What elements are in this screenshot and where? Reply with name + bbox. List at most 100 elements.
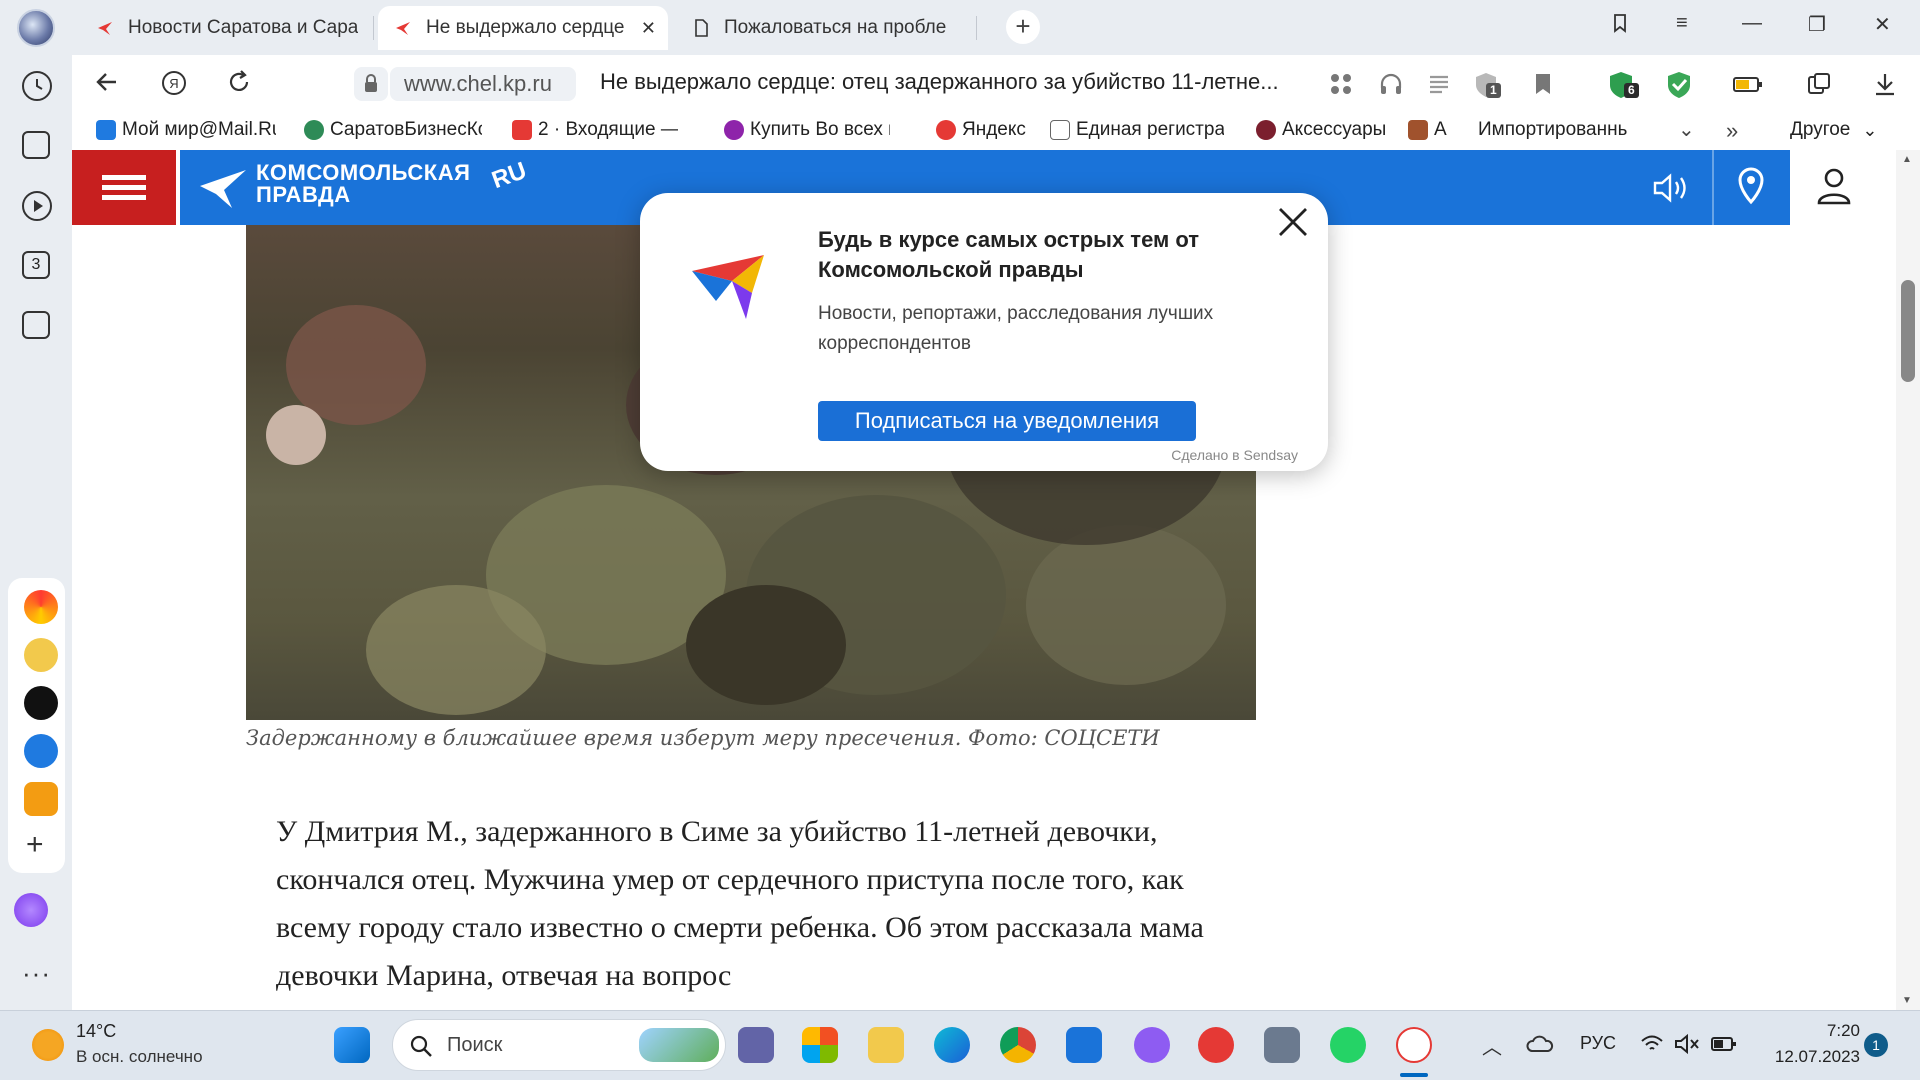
wifi-icon[interactable] [1640, 1033, 1664, 1055]
music-icon[interactable] [24, 590, 58, 624]
close-popup-icon[interactable] [1276, 203, 1310, 247]
teams-meet-icon[interactable] [738, 1027, 774, 1063]
tab-complaint[interactable]: Пожаловаться на пробле [676, 6, 976, 50]
bookmark-item[interactable]: Аксессуары [1256, 119, 1386, 141]
alice-assistant-icon[interactable] [14, 893, 48, 927]
speaker-icon[interactable] [1652, 172, 1692, 204]
volume-muted-icon[interactable] [1674, 1033, 1700, 1055]
calculator-icon[interactable] [1264, 1027, 1300, 1063]
alice-app-icon[interactable] [1134, 1027, 1170, 1063]
bookmark-icon[interactable] [1530, 71, 1556, 97]
url-field[interactable]: www.chel.kp.ru [390, 67, 576, 101]
weather-description[interactable]: В осн. солнечно [76, 1047, 203, 1067]
input-language[interactable]: РУС [1580, 1033, 1616, 1054]
address-toolbar: Я www.chel.kp.ru Не выдержало сердце: от… [72, 55, 1920, 113]
browser-menu-icon[interactable]: ≡ [1676, 12, 1688, 35]
scroll-down-icon[interactable]: ▼ [1902, 995, 1912, 1006]
video-play-icon[interactable] [22, 191, 52, 221]
reader-mode-icon[interactable] [1426, 71, 1452, 97]
page-scrollbar[interactable]: ▲ ▼ [1896, 150, 1920, 1010]
clock-time[interactable]: 7:20 [1754, 1021, 1860, 1041]
taskbar-search[interactable]: Поиск [392, 1019, 726, 1071]
clock-date[interactable]: 12.07.2023 [1754, 1047, 1860, 1067]
bookmark-item[interactable]: Купить Во всех ка [724, 119, 890, 141]
battery-icon[interactable] [1710, 1035, 1738, 1053]
notification-badge[interactable]: 1 [1864, 1033, 1888, 1057]
mail-app-icon[interactable] [1066, 1027, 1102, 1063]
close-window-icon[interactable]: ✕ [1874, 12, 1891, 37]
new-tab-button[interactable]: + [1006, 10, 1040, 44]
bookmark-folder[interactable]: Импортированные [1478, 119, 1628, 141]
adguard-shield-icon[interactable] [1664, 71, 1696, 98]
subscribe-button[interactable]: Подписаться на уведомления [818, 401, 1196, 441]
bookmark-item[interactable]: Яндекс [936, 119, 1026, 141]
tab-active-article[interactable]: Не выдержало сердце ✕ [378, 6, 668, 50]
chevron-down-icon[interactable]: ⌄ [1678, 117, 1695, 142]
apps-grid-icon[interactable] [1328, 71, 1354, 97]
collections-icon[interactable] [22, 131, 50, 159]
more-icon[interactable]: ··· [22, 958, 51, 989]
protect-shield-icon[interactable]: 6 [1606, 71, 1642, 98]
mail-smile-icon [96, 120, 116, 140]
battery-saver-icon[interactable] [1732, 71, 1764, 97]
yandex-home-icon[interactable]: Я [160, 69, 188, 104]
bookmarks-more-button[interactable]: » [1726, 118, 1738, 144]
windows-start-icon[interactable] [334, 1027, 370, 1063]
bookmarks-bar: Мой мир@Mail.Ru СаратовБизнесКо 2 · Вход… [72, 113, 1920, 150]
windows-taskbar: 14°C В осн. солнечно Поиск ︿ РУС 7:20 12… [0, 1010, 1920, 1080]
yandex-browser-icon[interactable] [1396, 1027, 1432, 1063]
search-placeholder: Поиск [447, 1034, 503, 1056]
bookmark-item[interactable]: 2 · Входящие — Я [512, 119, 678, 141]
close-tab-icon[interactable]: ✕ [641, 18, 656, 39]
tab-news-saratov[interactable]: Новости Саратова и Сара [80, 6, 372, 50]
tray-chevron-up-icon[interactable]: ︿ [1482, 1031, 1502, 1060]
tab-divider [976, 16, 977, 40]
chrome-browser-icon[interactable] [1000, 1027, 1036, 1063]
minimize-icon[interactable]: — [1742, 12, 1762, 35]
bookmark-item[interactable]: Мой мир@Mail.Ru [96, 119, 276, 141]
user-account-icon[interactable] [1816, 166, 1852, 206]
screenshot-ext-icon[interactable] [1806, 71, 1832, 97]
site-logo[interactable]: КОМСОМОЛЬСКАЯ ПРАВДА [256, 162, 470, 206]
popup-text: Новости, репортажи, расследования лучших… [818, 303, 1214, 354]
collections-icon[interactable] [1610, 12, 1632, 40]
bookmark-item[interactable]: Единая регистрац [1050, 119, 1224, 141]
whatsapp-icon[interactable] [1330, 1027, 1366, 1063]
restore-icon[interactable]: ❐ [1808, 12, 1826, 37]
counter-badge[interactable]: 3 [22, 251, 50, 279]
scrollbar-thumb[interactable] [1901, 280, 1915, 382]
popup-credit[interactable]: Сделано в Sendsay [1171, 447, 1298, 463]
download-icon[interactable] [1872, 71, 1898, 97]
bookmark-label: СаратовБизнесКо [330, 119, 482, 140]
yandex-app-icon[interactable] [1198, 1027, 1234, 1063]
profile-avatar[interactable] [17, 9, 55, 47]
chevron-down-icon: ⌄ [1862, 119, 1878, 140]
market-icon[interactable] [24, 638, 58, 672]
weather-temperature[interactable]: 14°C [76, 1021, 116, 1042]
bookmark-item[interactable]: СаратовБизнесКо [304, 119, 482, 141]
location-pin-icon[interactable] [1736, 166, 1766, 206]
hamburger-menu-icon[interactable] [72, 150, 176, 225]
reload-icon[interactable] [226, 69, 252, 102]
screenshot-camera-icon[interactable] [22, 311, 50, 339]
file-explorer-icon[interactable] [868, 1027, 904, 1063]
add-app-icon[interactable]: + [26, 828, 44, 862]
search-highlight-image [639, 1028, 719, 1062]
scroll-up-icon[interactable]: ▲ [1902, 154, 1912, 165]
back-icon[interactable] [94, 69, 120, 102]
bookmarks-other-folder[interactable]: Другое ⌄ [1790, 119, 1877, 141]
headphones-icon[interactable] [1378, 71, 1404, 97]
zen-star-icon[interactable] [24, 686, 58, 720]
history-clock-icon[interactable] [22, 71, 52, 101]
onedrive-cloud-icon[interactable] [1526, 1033, 1554, 1055]
bookmark-item[interactable]: А [1408, 119, 1447, 141]
mail-icon[interactable] [24, 782, 58, 816]
microsoft-store-icon[interactable] [802, 1027, 838, 1063]
edge-browser-icon[interactable] [934, 1027, 970, 1063]
adblock-badge: 1 [1490, 83, 1497, 97]
weather-sun-icon[interactable] [32, 1029, 64, 1061]
lock-icon[interactable] [354, 67, 388, 101]
messenger-icon[interactable] [24, 734, 58, 768]
adblock-counter-icon[interactable]: 1 [1472, 71, 1504, 98]
page-title[interactable]: Не выдержало сердце: отец задержанного з… [600, 69, 1279, 95]
